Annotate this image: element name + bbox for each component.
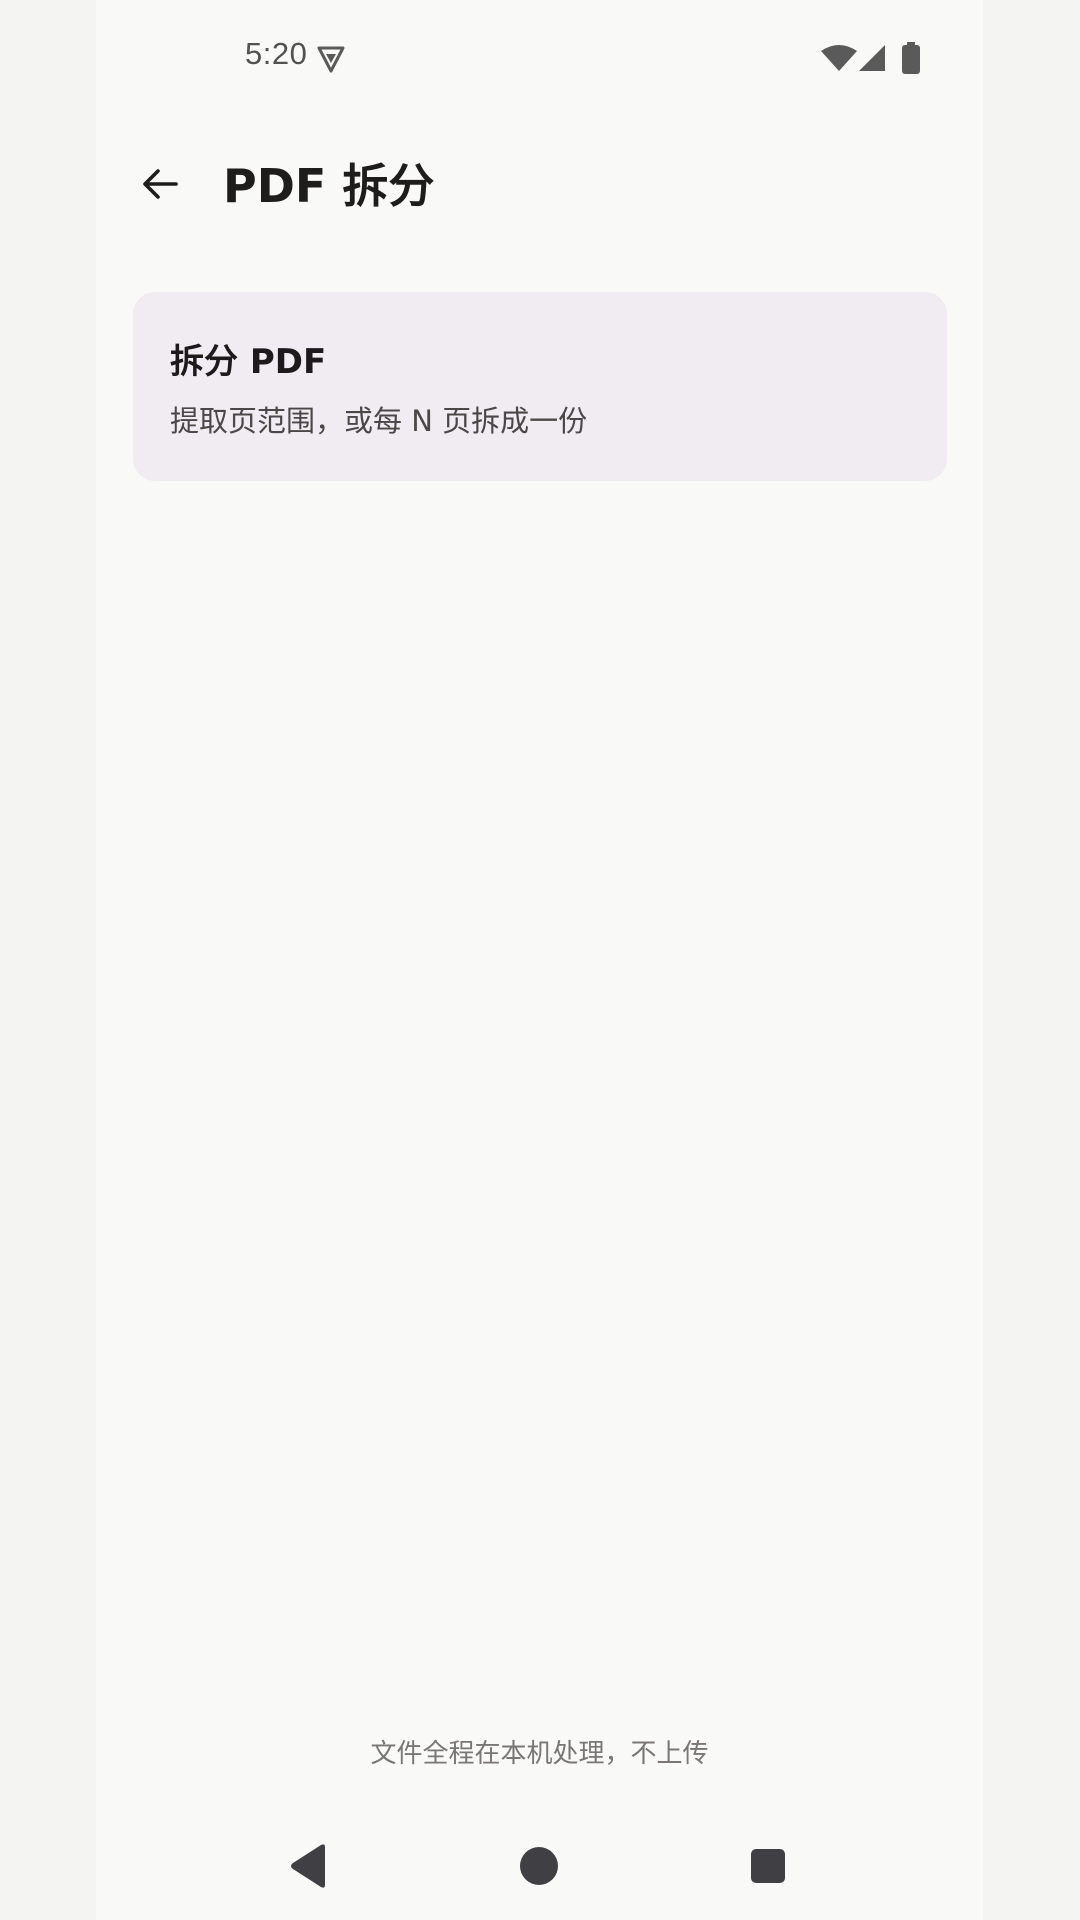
split-pdf-card[interactable]: 拆分 PDF 提取页范围，或每 N 页拆成一份 [133,292,947,481]
wifi-icon [821,45,857,71]
nav-home-icon[interactable] [519,1846,559,1886]
nav-recents-icon[interactable] [750,1848,786,1884]
back-button[interactable] [128,152,192,216]
page-title: PDF 拆分 [223,159,435,213]
status-time: 5:20 [245,36,308,71]
cellular-signal-icon [859,45,885,71]
arrow-back-icon [143,169,178,199]
card-title: 拆分 PDF [170,342,327,382]
nav-back-icon[interactable] [289,1843,329,1889]
privacy-note: 文件全程在本机处理，不上传 [370,1739,709,1769]
card-subtitle: 提取页范围，或每 N 页拆成一份 [170,404,588,438]
screen: 5:20 PDF 拆分 拆分 PDF 提取页范围，或每 N 页拆成一份 文件全程… [96,0,983,1920]
battery-icon [902,42,920,74]
vpn-shield-icon [317,46,345,73]
